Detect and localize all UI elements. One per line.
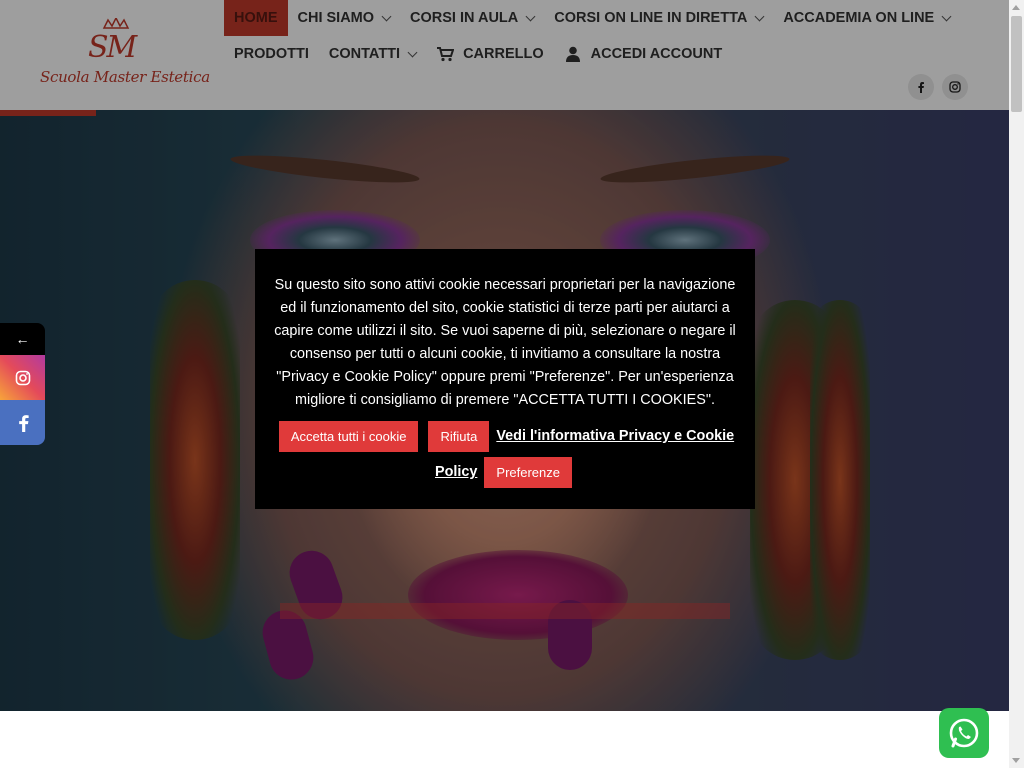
reject-cookies-button[interactable]: Rifiuta <box>428 420 490 452</box>
side-instagram-link[interactable] <box>0 355 45 400</box>
cookie-banner: Su questo sito sono attivi cookie necess… <box>255 249 755 509</box>
whatsapp-button[interactable] <box>939 708 989 758</box>
accept-all-cookies-button[interactable]: Accetta tutti i cookie <box>278 420 419 452</box>
side-facebook-link[interactable] <box>0 400 45 445</box>
arrow-left-icon: ← <box>15 331 30 347</box>
whatsapp-icon <box>949 718 979 748</box>
instagram-icon <box>15 370 30 385</box>
cookie-text: Su questo sito sono attivi cookie necess… <box>274 277 736 408</box>
page-scrollbar[interactable] <box>1009 0 1024 768</box>
side-social-bar: ← <box>0 323 45 445</box>
scrollbar-thumb[interactable] <box>1011 16 1022 112</box>
facebook-icon <box>18 414 29 432</box>
scroll-up-arrow-icon[interactable] <box>1012 5 1020 10</box>
scroll-down-arrow-icon[interactable] <box>1012 758 1020 763</box>
cookie-preferences-button[interactable]: Preferenze <box>484 456 572 488</box>
cookie-actions: Accetta tutti i cookie Rifiuta Vedi l'in… <box>269 418 741 490</box>
side-bar-toggle[interactable]: ← <box>0 323 45 355</box>
